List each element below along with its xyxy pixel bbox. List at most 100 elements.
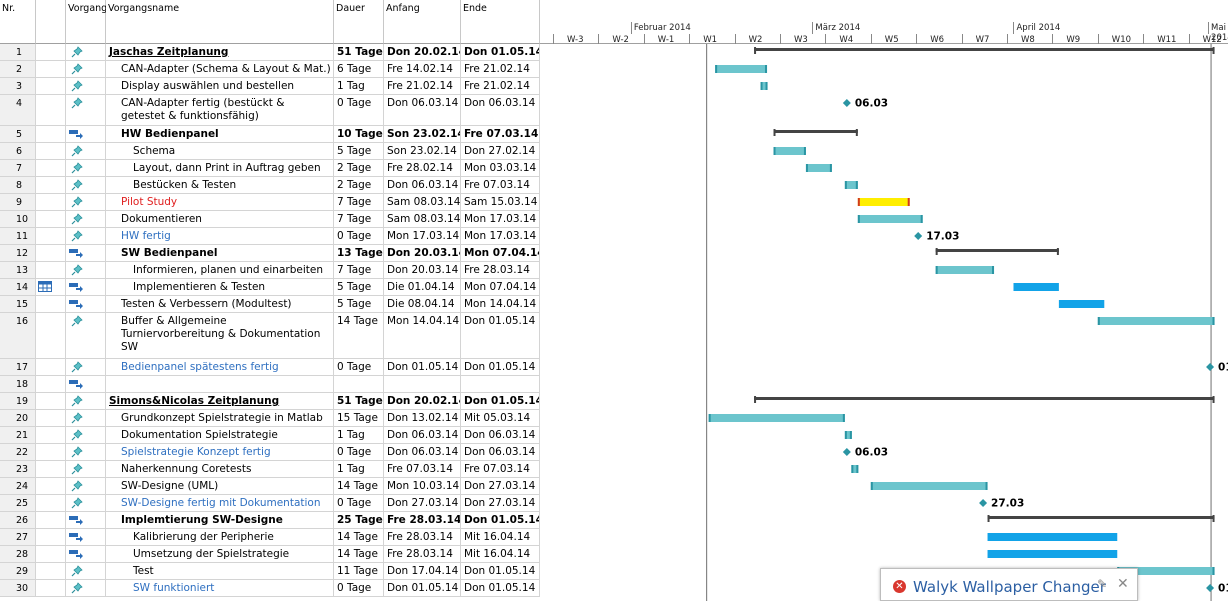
task-duration[interactable]: 0 Tage bbox=[334, 580, 384, 597]
task-end[interactable]: Mit 16.04.14 bbox=[461, 546, 540, 563]
table-row[interactable]: 5 HW Bedienpanel 10 Tage Son 23.02.14 Fre 07… bbox=[0, 126, 540, 143]
task-start[interactable]: Don 20.03.14 bbox=[384, 245, 461, 262]
task-end[interactable]: Don 01.05.14 bbox=[461, 580, 540, 597]
row-number[interactable]: 3 bbox=[0, 78, 36, 95]
task-mode[interactable] bbox=[66, 245, 106, 262]
milestone-marker[interactable] bbox=[979, 499, 988, 507]
task-end[interactable]: Mon 07.04.14 bbox=[461, 245, 540, 262]
task-duration[interactable]: 2 Tage bbox=[334, 160, 384, 177]
task-duration[interactable]: 5 Tage bbox=[334, 279, 384, 296]
task-duration[interactable]: 0 Tage bbox=[334, 95, 384, 126]
task-name[interactable]: Jaschas Zeitplanung bbox=[106, 44, 334, 61]
task-end[interactable]: Fre 28.03.14 bbox=[461, 262, 540, 279]
table-row[interactable]: 26 Implemtierung SW-Designe 25 Tage Fre 28.… bbox=[0, 512, 540, 529]
task-bar[interactable] bbox=[987, 533, 1118, 541]
milestone-marker[interactable] bbox=[842, 448, 851, 456]
summary-bar[interactable] bbox=[987, 516, 1215, 519]
task-end[interactable]: Mon 14.04.14 bbox=[461, 296, 540, 313]
row-number[interactable]: 29 bbox=[0, 563, 36, 580]
table-row[interactable]: 22 Spielstrategie Konzept fertig 0 Tage Don… bbox=[0, 444, 540, 461]
row-number[interactable]: 2 bbox=[0, 61, 36, 78]
task-start[interactable]: Don 20.03.14 bbox=[384, 262, 461, 279]
task-end[interactable]: Fre 07.03.14 bbox=[461, 177, 540, 194]
row-number[interactable]: 24 bbox=[0, 478, 36, 495]
task-duration[interactable]: 2 Tage bbox=[334, 177, 384, 194]
task-end[interactable]: Don 06.03.14 bbox=[461, 444, 540, 461]
task-mode[interactable] bbox=[66, 563, 106, 580]
task-mode[interactable] bbox=[66, 359, 106, 376]
task-end[interactable]: Mon 03.03.14 bbox=[461, 160, 540, 177]
row-number[interactable]: 28 bbox=[0, 546, 36, 563]
task-mode[interactable] bbox=[66, 228, 106, 245]
task-mode[interactable] bbox=[66, 160, 106, 177]
table-row[interactable]: 28 Umsetzung der Spielstrategie 14 Tage Fre… bbox=[0, 546, 540, 563]
task-start[interactable]: Fre 28.03.14 bbox=[384, 546, 461, 563]
task-duration[interactable]: 13 Tage bbox=[334, 245, 384, 262]
row-number[interactable]: 17 bbox=[0, 359, 36, 376]
row-number[interactable]: 30 bbox=[0, 580, 36, 597]
table-row[interactable]: 29 Test 11 Tage Don 17.04.14 Don 01.05.14 bbox=[0, 563, 540, 580]
task-start[interactable]: Don 01.05.14 bbox=[384, 359, 461, 376]
task-mode[interactable] bbox=[66, 211, 106, 228]
row-number[interactable]: 5 bbox=[0, 126, 36, 143]
task-duration[interactable]: 0 Tage bbox=[334, 228, 384, 245]
task-duration[interactable]: 1 Tag bbox=[334, 461, 384, 478]
task-duration[interactable]: 5 Tage bbox=[334, 296, 384, 313]
task-end[interactable]: Don 01.05.14 bbox=[461, 563, 540, 580]
task-mode[interactable] bbox=[66, 546, 106, 563]
milestone-marker[interactable] bbox=[1206, 584, 1215, 592]
task-mode[interactable] bbox=[66, 143, 106, 160]
task-name[interactable]: HW Bedienpanel bbox=[106, 126, 334, 143]
task-name[interactable]: Display auswählen und bestellen bbox=[106, 78, 334, 95]
task-bar[interactable] bbox=[805, 164, 832, 172]
task-name[interactable]: Dokumentieren bbox=[106, 211, 334, 228]
task-end[interactable]: Don 06.03.14 bbox=[461, 95, 540, 126]
row-number[interactable]: 27 bbox=[0, 529, 36, 546]
column-header-mode[interactable]: Vorgang bbox=[66, 0, 107, 44]
task-end[interactable]: Don 01.05.14 bbox=[461, 393, 540, 410]
task-duration[interactable]: 0 Tage bbox=[334, 444, 384, 461]
task-name[interactable]: Schema bbox=[106, 143, 334, 160]
task-name[interactable]: SW-Designe fertig mit Dokumentation bbox=[106, 495, 334, 512]
row-number[interactable]: 10 bbox=[0, 211, 36, 228]
row-number[interactable]: 9 bbox=[0, 194, 36, 211]
task-bar[interactable] bbox=[1097, 317, 1215, 325]
task-name[interactable]: CAN-Adapter fertig (bestückt & getestet … bbox=[106, 95, 334, 126]
task-duration[interactable]: 0 Tage bbox=[334, 359, 384, 376]
table-row[interactable]: 21 Dokumentation Spielstrategie 1 Tag Don 0… bbox=[0, 427, 540, 444]
row-number[interactable]: 11 bbox=[0, 228, 36, 245]
row-number[interactable]: 26 bbox=[0, 512, 36, 529]
task-start[interactable]: Fre 07.03.14 bbox=[384, 461, 461, 478]
task-start[interactable]: Son 23.02.14 bbox=[384, 143, 461, 160]
task-end[interactable]: Don 01.05.14 bbox=[461, 512, 540, 529]
column-header-duration[interactable]: Dauer bbox=[334, 0, 384, 44]
task-duration[interactable]: 25 Tage bbox=[334, 512, 384, 529]
task-mode[interactable] bbox=[66, 512, 106, 529]
task-bar[interactable] bbox=[935, 266, 995, 274]
task-end[interactable]: Fre 07.03.14 bbox=[461, 126, 540, 143]
task-mode[interactable] bbox=[66, 78, 106, 95]
row-number[interactable]: 15 bbox=[0, 296, 36, 313]
task-name[interactable] bbox=[106, 376, 334, 393]
task-mode[interactable] bbox=[66, 580, 106, 597]
task-bar[interactable] bbox=[1058, 300, 1105, 308]
task-end[interactable]: Don 01.05.14 bbox=[461, 44, 540, 61]
task-start[interactable]: Fre 28.03.14 bbox=[384, 529, 461, 546]
pin-icon[interactable]: ✎ bbox=[1097, 577, 1107, 591]
task-start[interactable]: Fre 21.02.14 bbox=[384, 78, 461, 95]
task-name[interactable]: Implemtierung SW-Designe bbox=[106, 512, 334, 529]
task-start[interactable]: Fre 28.02.14 bbox=[384, 160, 461, 177]
task-start[interactable]: Don 17.04.14 bbox=[384, 563, 461, 580]
row-number[interactable]: 23 bbox=[0, 461, 36, 478]
task-duration[interactable]: 0 Tage bbox=[334, 495, 384, 512]
task-duration[interactable]: 7 Tage bbox=[334, 194, 384, 211]
task-duration[interactable]: 51 Tage bbox=[334, 393, 384, 410]
task-start[interactable]: Don 20.02.14 bbox=[384, 44, 461, 61]
notification-popup[interactable]: ✕ Walyk Wallpaper Changer ✎ ✕ bbox=[880, 568, 1138, 601]
table-row[interactable]: 11 HW fertig 0 Tage Mon 17.03.14 Mon 17.03.1… bbox=[0, 228, 540, 245]
task-name[interactable]: Implementieren & Testen bbox=[106, 279, 334, 296]
task-start[interactable]: Fre 14.02.14 bbox=[384, 61, 461, 78]
task-name[interactable]: Naherkennung Coretests bbox=[106, 461, 334, 478]
task-end[interactable]: Don 06.03.14 bbox=[461, 427, 540, 444]
summary-bar[interactable] bbox=[773, 130, 858, 133]
